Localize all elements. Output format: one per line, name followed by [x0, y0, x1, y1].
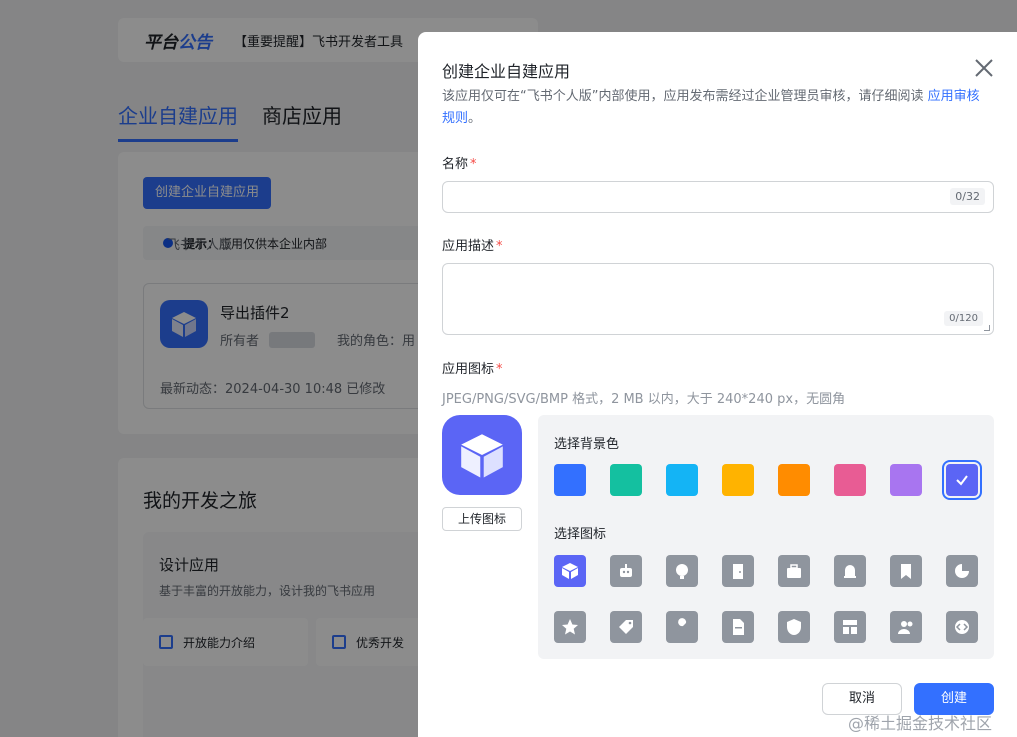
color-swatch[interactable] — [666, 464, 698, 496]
name-label: 名称 * — [442, 157, 477, 172]
cube-icon — [562, 563, 578, 579]
star-icon — [562, 619, 578, 635]
icon-option[interactable] — [946, 611, 978, 643]
layout-icon — [843, 620, 857, 634]
dialog-description: 该应用仅可在“飞书个人版”内部使用，应用发布需经过企业管理员审核，请仔细阅读 应… — [442, 89, 980, 126]
icon-select-label: 选择图标 — [554, 527, 607, 542]
create-app-dialog: 创建企业自建应用 该应用仅可在“飞书个人版”内部使用，应用发布需经过企业管理员审… — [418, 32, 1017, 737]
icon-option[interactable] — [610, 555, 642, 587]
icon-option[interactable] — [554, 611, 586, 643]
color-swatch[interactable] — [554, 464, 586, 496]
description-label: 应用描述 * — [442, 239, 503, 254]
color-swatch[interactable] — [890, 464, 922, 496]
description-textarea[interactable]: 0/120 — [442, 263, 994, 335]
icon-picker-panel: 选择背景色 选择图标 — [538, 415, 994, 659]
document-icon — [733, 619, 744, 635]
robot-icon — [620, 564, 632, 577]
close-icon[interactable] — [972, 56, 996, 80]
description-char-count: 0/120 — [944, 311, 983, 326]
name-char-count: 0/32 — [950, 188, 985, 205]
icon-option[interactable] — [554, 555, 586, 587]
icon-option[interactable] — [834, 555, 866, 587]
color-swatch[interactable] — [722, 464, 754, 496]
icon-option[interactable] — [610, 611, 642, 643]
check-icon — [956, 475, 968, 486]
wrench-icon — [676, 618, 687, 633]
bookmark-icon — [901, 564, 911, 579]
icon-option[interactable] — [778, 555, 810, 587]
upload-icon-button[interactable]: 上传图标 — [442, 507, 522, 531]
dialog-title: 创建企业自建应用 — [442, 62, 571, 81]
icon-option[interactable] — [946, 555, 978, 587]
icon-format-hint: JPEG/PNG/SVG/BMP 格式，2 MB 以内，大于 240*240 p… — [442, 392, 846, 407]
color-swatch[interactable] — [834, 464, 866, 496]
bell-icon — [844, 565, 856, 578]
icon-option[interactable] — [666, 611, 698, 643]
bg-color-label: 选择背景色 — [554, 437, 620, 452]
icon-option[interactable] — [890, 555, 922, 587]
icon-option[interactable] — [722, 555, 754, 587]
shield-icon — [787, 619, 801, 635]
icon-label: 应用图标 * — [442, 362, 503, 377]
briefcase-icon — [787, 564, 801, 578]
door-icon — [733, 564, 743, 579]
watermark: @稀土掘金技术社区 — [848, 714, 993, 733]
resize-handle-icon[interactable] — [984, 325, 990, 331]
people-icon — [898, 621, 913, 634]
icon-option[interactable] — [834, 611, 866, 643]
code-icon — [955, 620, 969, 634]
name-input[interactable]: 0/32 — [442, 181, 994, 213]
icon-option[interactable] — [722, 611, 754, 643]
tag-icon — [619, 620, 633, 634]
color-swatch[interactable] — [778, 464, 810, 496]
bulb-icon — [676, 564, 688, 579]
icon-option[interactable] — [890, 611, 922, 643]
icon-option[interactable] — [778, 611, 810, 643]
icon-preview — [442, 415, 522, 495]
color-swatch[interactable] — [610, 464, 642, 496]
icon-option[interactable] — [666, 555, 698, 587]
pie-icon — [955, 564, 969, 578]
color-swatch[interactable] — [946, 464, 978, 496]
